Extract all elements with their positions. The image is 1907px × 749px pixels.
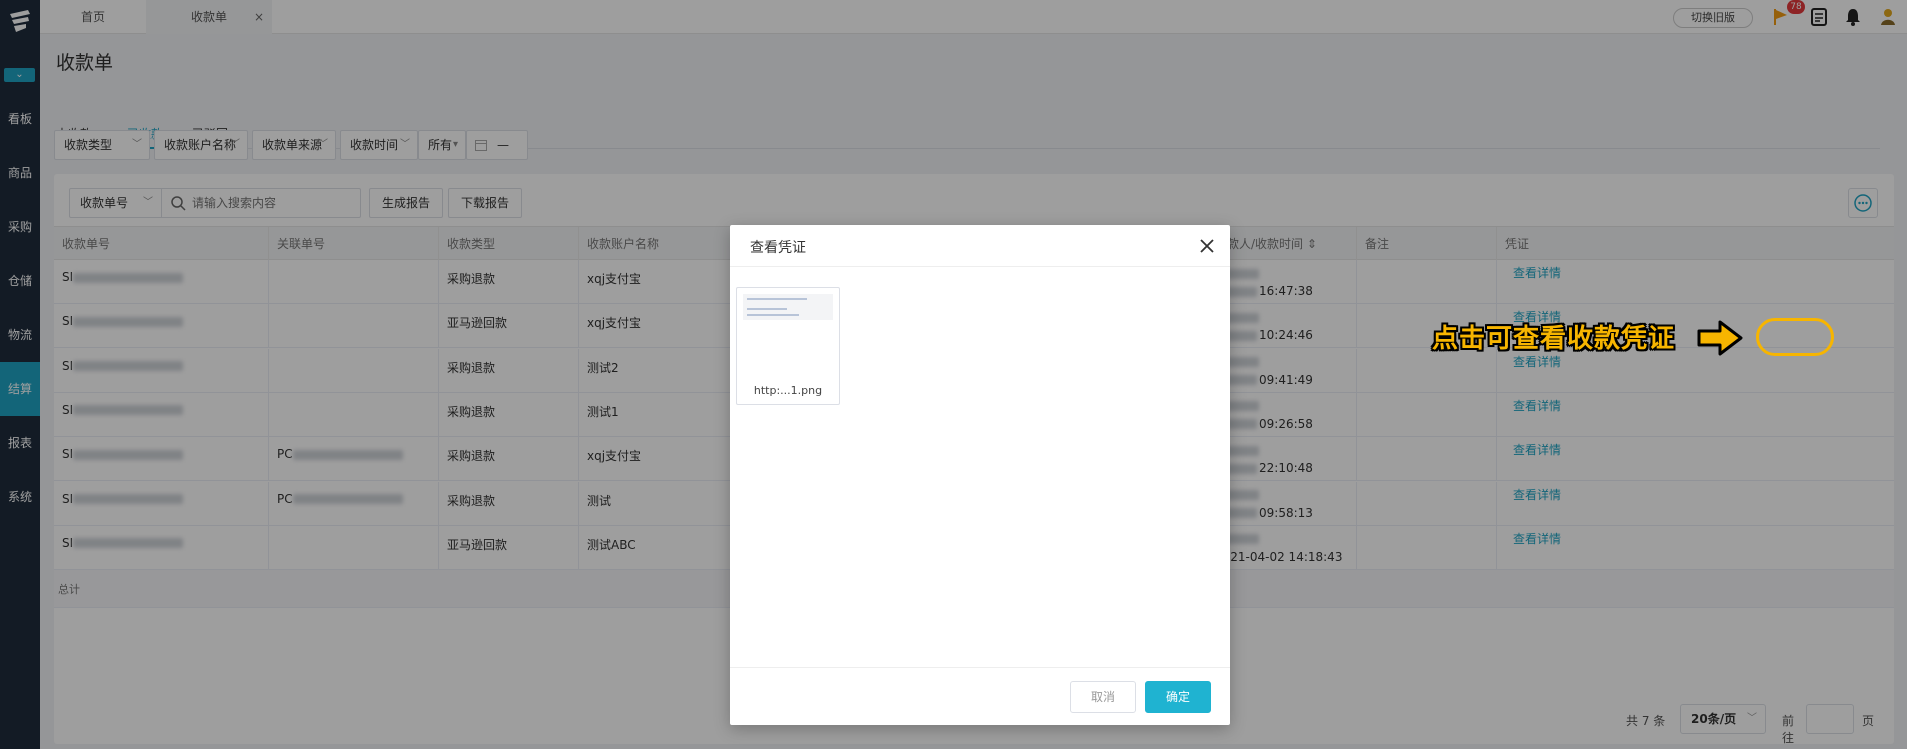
close-icon[interactable] [1198,237,1216,255]
voucher-dialog: 查看凭证 http:...1.png 取消 确定 [730,225,1230,725]
confirm-button[interactable]: 确定 [1145,681,1211,713]
highlight-ring [1756,318,1834,356]
voucher-preview-image [743,294,833,320]
voucher-thumbnail[interactable]: http:...1.png [736,287,840,405]
dialog-title: 查看凭证 [750,240,806,256]
cancel-button[interactable]: 取消 [1070,681,1136,713]
arrow-right-icon [1697,320,1743,356]
tutorial-annotation: 点击可查看收款凭证 [1432,324,1676,354]
dialog-footer: 取消 确定 [730,667,1230,725]
voucher-file-name: http:...1.png [753,384,823,397]
dialog-header: 查看凭证 [730,225,1230,267]
